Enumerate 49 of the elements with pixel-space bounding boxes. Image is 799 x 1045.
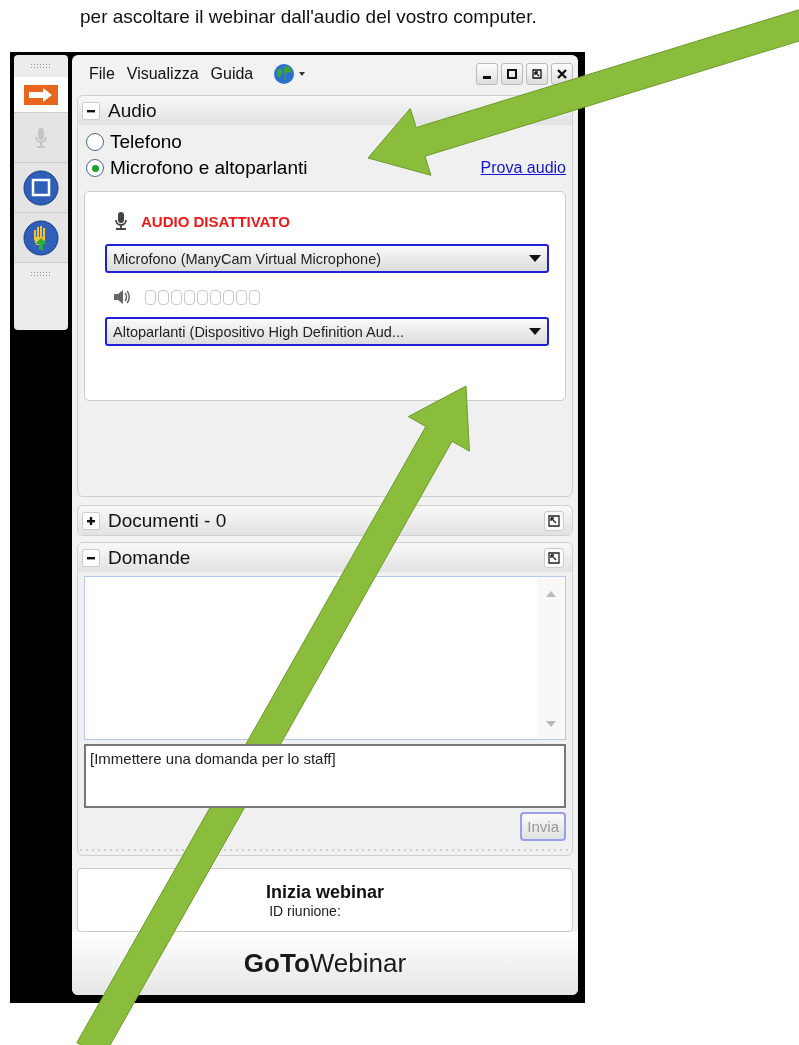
dropdown-caret-icon (529, 327, 541, 336)
menu-item[interactable]: File (89, 65, 115, 83)
section-title: Domande (108, 546, 191, 569)
maximize-icon (507, 69, 517, 79)
audio-status: AUDIO DISATTIVATO (141, 212, 290, 230)
detach-icon (532, 69, 542, 79)
popout-icon (548, 514, 560, 527)
minimize-button[interactable] (476, 63, 498, 85)
microphone-icon (113, 211, 129, 231)
maximize-button[interactable] (501, 63, 523, 85)
menu-item[interactable]: Visualizza (126, 65, 199, 83)
popout-button[interactable] (544, 510, 564, 531)
scroll-down-icon (546, 721, 556, 727)
meeting-id-label: ID riunione: (269, 902, 341, 919)
scroll-up-icon (546, 591, 556, 597)
toolbar-button[interactable] (14, 77, 68, 113)
microphone-dropdown[interactable]: Microfono (ManyCam Virtual Microphone) (105, 244, 549, 273)
minimize-icon (483, 75, 491, 79)
radio-label[interactable]: Telefono (110, 131, 182, 153)
scrollbar[interactable] (537, 577, 565, 739)
radio-button[interactable] (86, 133, 104, 151)
test-audio-link[interactable]: Prova audio (480, 159, 566, 177)
detach-button[interactable] (526, 63, 548, 85)
dropdown-caret-icon (529, 254, 541, 263)
radio-button[interactable] (86, 159, 104, 177)
toolbar-button[interactable] (14, 213, 68, 263)
question-input[interactable]: [Immettere una domanda per lo staff] (84, 744, 566, 808)
section-title: Audio (108, 99, 157, 122)
popout-button[interactable] (544, 547, 564, 568)
microphone-icon (33, 126, 49, 149)
globe-icon (273, 63, 308, 85)
radio-label[interactable]: Microfono e altoparlanti (110, 157, 308, 179)
close-icon (557, 69, 567, 79)
expand-toggle[interactable] (82, 511, 100, 530)
webinar-title: Inizia webinar (266, 881, 384, 903)
speakers-dropdown[interactable]: Altoparlanti (Dispositivo High Definition Aud... (105, 317, 549, 346)
collapse-toggle[interactable] (82, 101, 100, 120)
intro-text: per ascoltare il webinar dall'audio del vostro computer. (79, 5, 538, 29)
speaker-icon (113, 289, 131, 305)
collapse-toggle[interactable] (82, 548, 100, 567)
popout-icon (548, 551, 560, 564)
screen-icon (23, 169, 59, 206)
menu-item[interactable]: Guida (210, 65, 254, 83)
plus-icon (86, 515, 96, 526)
raise-hand-icon (23, 219, 59, 256)
language-menu[interactable] (273, 63, 308, 85)
toolbar-button[interactable] (14, 163, 68, 213)
section-title: Documenti - 0 (108, 509, 227, 532)
logo: GoToWebinar (243, 948, 407, 979)
